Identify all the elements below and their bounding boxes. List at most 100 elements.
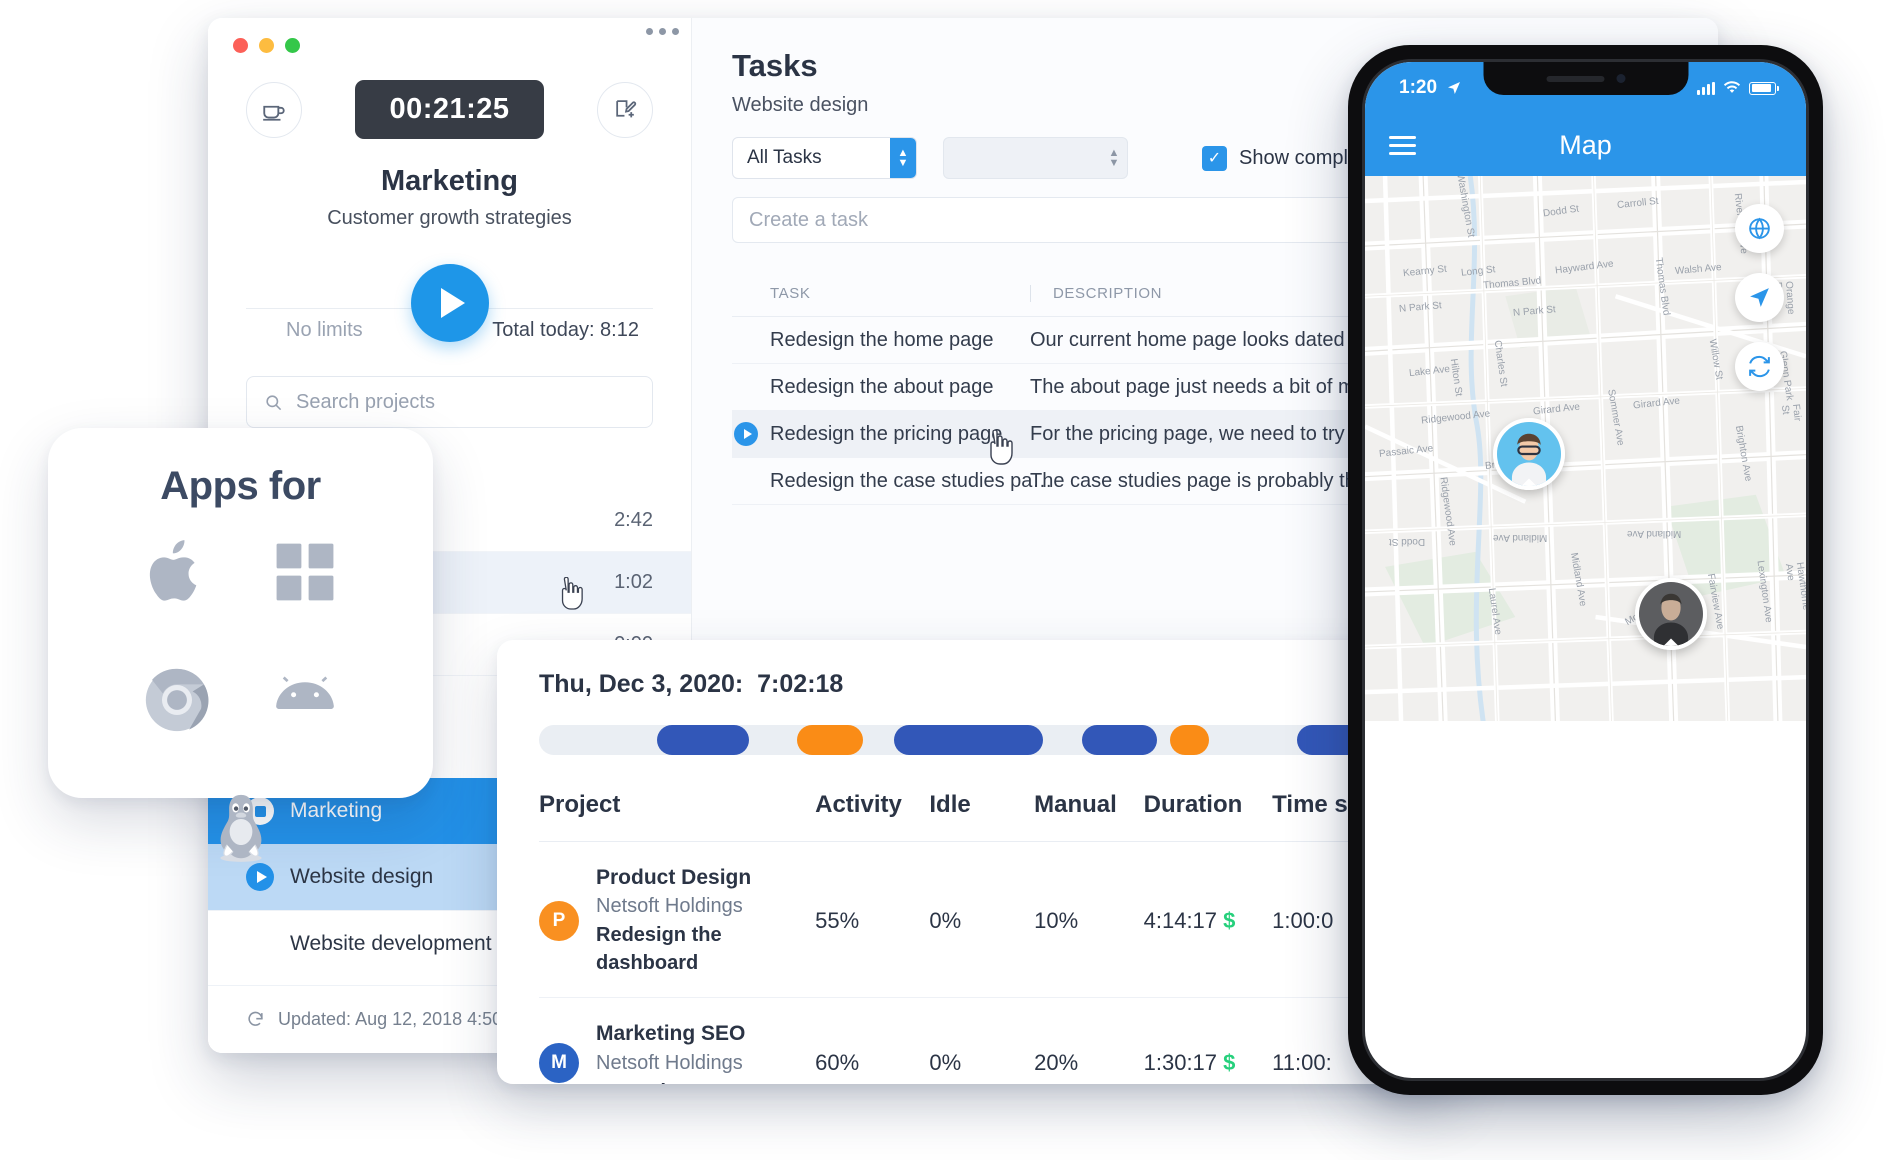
report-project-name: Marketing SEO — [596, 1022, 746, 1046]
phone-page-title: Map — [1559, 129, 1612, 160]
screenshot-root: 00:21:25 Marketing Customer growth strat… — [0, 0, 1888, 1160]
column-header-duration: Duration — [1143, 791, 1243, 818]
time-report-card: Thu, Dec 3, 2020: 7:02:18 Project Activi… — [497, 640, 1457, 1084]
sidebar-item-label: Website development — [290, 931, 492, 955]
report-duration-value: 4:14:17 — [1143, 907, 1218, 933]
map-pin-avatar[interactable] — [1635, 578, 1707, 650]
report-client-name: Netsoft Holdings — [596, 895, 743, 918]
status-left: 1:20 — [1399, 77, 1462, 99]
task-name: Redesign the home page — [770, 328, 994, 351]
current-project-description: Customer growth strategies — [327, 207, 572, 229]
sidebar-item-label: Website design — [290, 865, 434, 888]
map-pin-avatar[interactable] — [1493, 418, 1565, 490]
chevron-updown-icon: ▲ ▼ — [890, 138, 916, 178]
task-filter-select[interactable]: All Tasks ▲ ▼ — [732, 137, 917, 179]
task-secondary-select[interactable]: ▲ ▼ — [943, 137, 1128, 179]
billable-icon: $ — [1223, 907, 1236, 933]
linux-icon[interactable] — [202, 789, 280, 867]
report-client-name: Netsoft Holdings — [596, 1051, 743, 1074]
navigate-icon — [1750, 288, 1769, 307]
project-time-value: 1:02 — [614, 571, 653, 593]
report-duration-value: 1:30:17 — [1143, 1050, 1218, 1076]
chrome-icon[interactable] — [138, 661, 216, 739]
minimize-window-button[interactable] — [259, 38, 274, 53]
break-button[interactable] — [246, 81, 302, 138]
report-idle-value: 0% — [929, 907, 962, 933]
search-projects-placeholder: Search projects — [296, 390, 435, 413]
apps-for-card: Apps for — [48, 428, 433, 862]
window-traffic-lights[interactable] — [233, 38, 300, 53]
speaker-grill — [1546, 75, 1604, 82]
report-manual-value: 10% — [1034, 907, 1079, 933]
apple-icon[interactable] — [138, 533, 216, 611]
start-timer-button[interactable] — [410, 264, 489, 342]
report-activity-value: 60% — [815, 1050, 860, 1076]
maximize-window-button[interactable] — [285, 38, 300, 53]
task-description: For the pricing page, we need to try o — [1030, 422, 1362, 445]
more-dots-icon[interactable] — [646, 28, 679, 35]
report-project-cell: P Product Design Netsoft Holdings Redesi… — [539, 864, 815, 977]
android-icon[interactable] — [266, 661, 344, 739]
map-action-buttons — [1735, 204, 1784, 391]
avatar — [1639, 582, 1703, 646]
start-task-timer-button[interactable] — [734, 422, 758, 446]
status-time: 1:20 — [1399, 77, 1438, 98]
report-todo-name: No to-do — [596, 1078, 745, 1084]
task-name: Redesign the about page — [770, 375, 994, 398]
timeline-segment[interactable] — [1082, 725, 1157, 755]
edit-note-icon — [615, 100, 636, 118]
project-avatar: M — [539, 1043, 579, 1084]
report-total: 7:02:18 — [757, 670, 844, 698]
report-duration-cell: 1:30:17 $ — [1144, 1050, 1273, 1076]
hand-cursor — [561, 577, 583, 610]
task-description: The about page just needs a bit of m — [1030, 375, 1355, 398]
project-avatar: P — [539, 900, 579, 941]
timeline-segment[interactable] — [893, 725, 1043, 755]
timer-display: 00:21:25 — [355, 80, 544, 139]
activity-timeline[interactable] — [539, 725, 1415, 755]
battery-full-icon — [1749, 81, 1779, 95]
phone-app-bar: Map — [1365, 114, 1806, 176]
hand-cursor — [990, 430, 1013, 465]
close-window-button[interactable] — [233, 38, 248, 53]
report-todo-name: Redesign the dashboard — [596, 924, 722, 975]
map-globe-button[interactable] — [1735, 204, 1784, 253]
chevron-updown-icon: ▲ ▼ — [1108, 147, 1120, 169]
report-table-header: Project Activity Idle Manual Duration Ti… — [539, 791, 1415, 842]
search-icon — [266, 394, 282, 410]
timeline-segment[interactable] — [797, 725, 864, 755]
report-activity-value: 55% — [815, 907, 860, 933]
billable-icon: $ — [1223, 1050, 1236, 1076]
timer-controls: No limits Total today: 8:12 — [208, 264, 691, 354]
platform-icon-grid — [48, 533, 433, 867]
windows-icon[interactable] — [266, 533, 344, 611]
map-canvas[interactable]: Washington St Dodd St Thomas Blvd Carrol… — [1365, 176, 1806, 721]
checkbox-checked-icon: ✓ — [1202, 145, 1227, 171]
coffee-cup-icon — [263, 105, 285, 121]
table-row[interactable]: P Product Design Netsoft Holdings Redesi… — [539, 842, 1415, 999]
task-name: Redesign the case studies pa… — [770, 469, 1053, 492]
report-date: Thu, Dec 3, 2020: — [539, 670, 744, 698]
search-projects-input[interactable]: Search projects — [246, 376, 653, 428]
map-refresh-button[interactable] — [1735, 342, 1784, 391]
create-task-placeholder: Create a task — [749, 208, 868, 231]
timeline-segment[interactable] — [1169, 725, 1210, 755]
column-header-project: Project — [539, 791, 621, 818]
timeline-segment[interactable] — [657, 725, 750, 755]
column-header-task: TASK — [770, 285, 811, 302]
status-right — [1697, 81, 1779, 95]
column-header-description: DESCRIPTION — [1030, 285, 1162, 302]
phone-notch — [1483, 62, 1688, 95]
play-icon — [440, 288, 465, 318]
location-arrow-icon — [1448, 82, 1461, 94]
map-locate-button[interactable] — [1735, 273, 1784, 322]
column-header-manual: Manual — [1034, 791, 1117, 818]
table-row[interactable]: M Marketing SEO Netsoft Holdings No to-d… — [539, 998, 1415, 1084]
globe-icon — [1749, 217, 1770, 240]
report-idle-value: 0% — [929, 1050, 962, 1076]
edit-entry-button[interactable] — [597, 81, 653, 138]
refresh-icon — [248, 1011, 263, 1026]
signal-bars-icon — [1697, 81, 1715, 95]
front-camera-icon — [1616, 74, 1625, 83]
report-duration-cell: 4:14:17 $ — [1144, 908, 1273, 934]
